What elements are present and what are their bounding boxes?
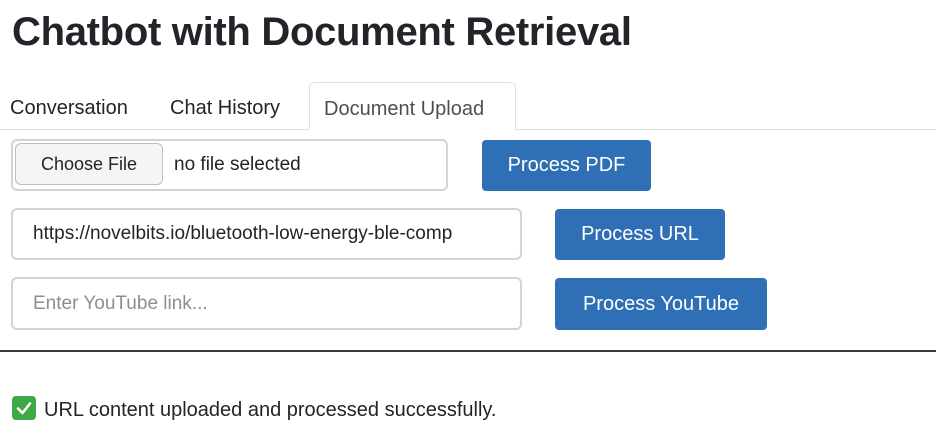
section-divider <box>0 350 936 352</box>
file-status-text: no file selected <box>174 154 301 175</box>
youtube-link-input[interactable] <box>11 277 522 330</box>
status-text: URL content uploaded and processed succe… <box>44 399 497 421</box>
app-page: Chatbot with Document Retrieval Conversa… <box>0 0 936 438</box>
process-pdf-button[interactable]: Process PDF <box>482 140 651 191</box>
process-url-button[interactable]: Process URL <box>555 209 725 260</box>
check-mark-icon <box>12 396 36 420</box>
status-message: URL content uploaded and processed succe… <box>12 396 497 424</box>
tab-document-upload[interactable]: Document Upload <box>309 82 516 130</box>
process-youtube-button[interactable]: Process YouTube <box>555 278 767 330</box>
pdf-file-input[interactable]: Choose File no file selected <box>11 139 448 191</box>
choose-file-button[interactable]: Choose File <box>15 143 163 185</box>
page-title: Chatbot with Document Retrieval <box>12 10 632 54</box>
url-input[interactable] <box>11 208 522 260</box>
tab-conversation[interactable]: Conversation <box>10 82 128 128</box>
tab-bar: Conversation Chat History Document Uploa… <box>0 82 936 130</box>
tab-chat-history[interactable]: Chat History <box>170 82 280 128</box>
